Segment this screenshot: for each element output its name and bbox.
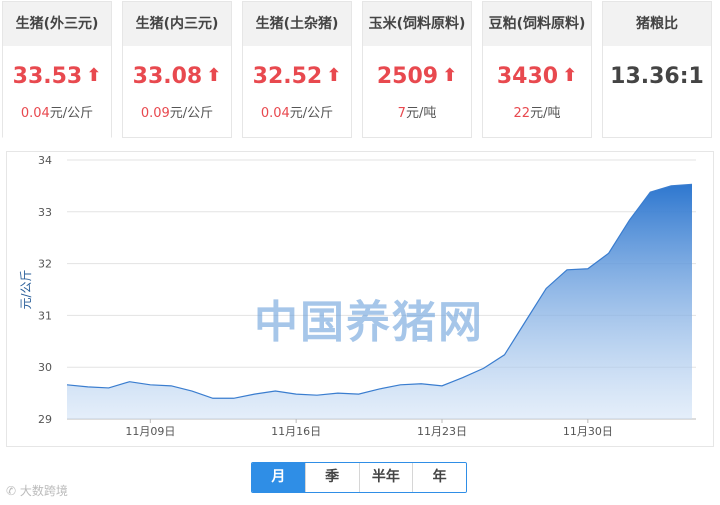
card-price: 32.52 ⬆ [252, 64, 342, 89]
card-soybean-meal[interactable]: 豆粕(饲料原料) 3430 ⬆ 22元/吨 [482, 1, 592, 138]
x-tick-label: 11月30日 [563, 425, 613, 438]
card-change: 0.04元/公斤 [260, 106, 334, 121]
card-pig-grain-ratio[interactable]: 猪粮比 13.36:1 [602, 1, 712, 138]
x-tick-label: 11月23日 [417, 425, 467, 438]
card-price: 33.53 ⬆ [12, 64, 102, 89]
up-arrow-icon: ⬆ [442, 65, 458, 86]
y-tick-label: 29 [38, 413, 52, 426]
y-tick-label: 32 [38, 258, 52, 271]
card-price: 3430 ⬆ [496, 64, 578, 89]
card-pig-local[interactable]: 生猪(土杂猪) 32.52 ⬆ 0.04元/公斤 [242, 1, 352, 138]
range-tabs: 月 季 半年 年 [251, 462, 467, 493]
tab-quarter[interactable]: 季 [304, 463, 359, 492]
card-title: 猪粮比 [603, 2, 711, 46]
y-tick-label: 31 [38, 309, 52, 322]
source-watermark: ✆ 大数跨境 [6, 482, 68, 499]
card-corn[interactable]: 玉米(饲料原料) 2509 ⬆ 7元/吨 [362, 1, 472, 138]
card-change: 7元/吨 [397, 106, 437, 121]
up-arrow-icon: ⬆ [562, 65, 578, 86]
card-pig-outer[interactable]: 生猪(外三元) 33.53 ⬆ 0.04元/公斤 [2, 1, 112, 138]
y-tick-label: 33 [38, 206, 52, 219]
card-change: 0.09元/公斤 [140, 106, 214, 121]
card-change: 0.04元/公斤 [20, 106, 94, 121]
card-title: 生猪(内三元) [123, 2, 231, 46]
tab-year[interactable]: 年 [412, 463, 466, 492]
card-price: 2509 ⬆ [376, 64, 458, 89]
source-label: 大数跨境 [19, 484, 68, 498]
card-pig-inner[interactable]: 生猪(内三元) 33.08 ⬆ 0.09元/公斤 [122, 1, 232, 138]
y-tick-label: 34 [38, 154, 52, 167]
card-price: 13.36:1 [610, 64, 704, 89]
y-axis-label: 元/公斤 [19, 269, 33, 309]
card-price: 33.08 ⬆ [132, 64, 222, 89]
x-tick-label: 11月16日 [271, 425, 321, 438]
source-logo-icon: ✆ [6, 484, 20, 498]
card-title: 生猪(外三元) [3, 2, 111, 46]
card-change: 22元/吨 [513, 106, 561, 121]
x-tick-label: 11月09日 [125, 425, 175, 438]
card-title: 玉米(饲料原料) [363, 2, 471, 46]
card-title: 生猪(土杂猪) [243, 2, 351, 46]
up-arrow-icon: ⬆ [206, 65, 222, 86]
watermark: 中国养猪网 [254, 297, 484, 348]
tab-half-year[interactable]: 半年 [358, 463, 413, 492]
price-cards: 生猪(外三元) 33.53 ⬆ 0.04元/公斤 生猪(内三元) 33.08 ⬆ 0… [0, 0, 720, 140]
card-title: 豆粕(饲料原料) [483, 2, 591, 46]
up-arrow-icon: ⬆ [86, 65, 102, 86]
tab-month[interactable]: 月 [252, 463, 305, 492]
y-tick-label: 30 [38, 361, 52, 374]
up-arrow-icon: ⬆ [326, 65, 342, 86]
